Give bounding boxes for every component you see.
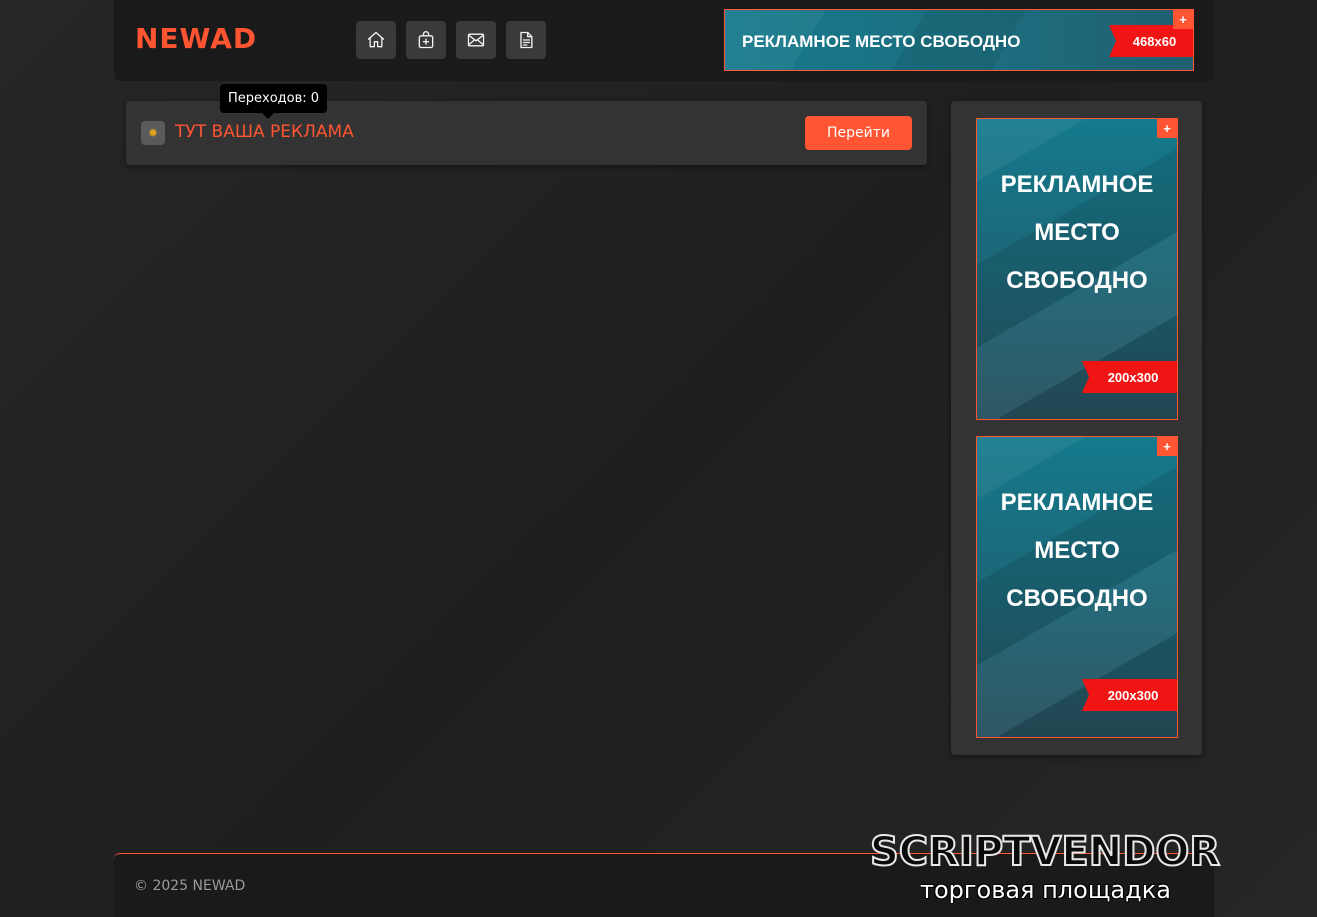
nav-rules-button[interactable] <box>506 21 546 59</box>
sidebar: РЕКЛАМНОЕ МЕСТО СВОБОДНО 200x300 + РЕКЛА… <box>951 101 1202 755</box>
nav-mail-button[interactable] <box>456 21 496 59</box>
nav-home-button[interactable] <box>356 21 396 59</box>
site-favicon-icon: ✹ <box>141 121 165 145</box>
banner-size-tag: 200x300 <box>1082 361 1177 393</box>
watermark-title: SCRIPTVENDOR <box>869 829 1221 875</box>
banner-text: РЕКЛАМНОЕ МЕСТО СВОБОДНО <box>1000 489 1154 612</box>
banner-text: РЕКЛАМНОЕ МЕСТО СВОБОДНО <box>1000 171 1154 294</box>
site-header: NEWAD РЕКЛАМНОЕ МЕСТО СВОБОДНО 468x60 + <box>114 0 1214 81</box>
banner-200x300-2[interactable]: РЕКЛАМНОЕ МЕСТО СВОБОДНО 200x300 + <box>976 436 1178 738</box>
banner-text: РЕКЛАМНОЕ МЕСТО СВОБОДНО <box>742 32 1021 51</box>
clicks-tooltip: Переходов: 0 <box>220 84 328 119</box>
banner-plus-button[interactable]: + <box>1157 437 1177 456</box>
copyright-text: © 2025 NEWAD <box>134 878 246 894</box>
banner-size-tag: 468x60 <box>1109 25 1193 57</box>
nav-add-ad-button[interactable] <box>406 21 446 59</box>
banner-468x60[interactable]: РЕКЛАМНОЕ МЕСТО СВОБОДНО 468x60 + <box>724 9 1194 71</box>
add-bag-icon <box>418 31 434 49</box>
banner-200x300-1[interactable]: РЕКЛАМНОЕ МЕСТО СВОБОДНО 200x300 + <box>976 118 1178 420</box>
watermark-logo: SCRIPTVENDOR торговая площадка <box>869 829 1302 912</box>
mail-icon <box>467 33 485 47</box>
site-logo[interactable]: NEWAD <box>135 22 257 55</box>
watermark-subtitle: торговая площадка <box>920 876 1171 904</box>
banner-plus-button[interactable]: + <box>1173 10 1193 29</box>
go-button[interactable]: Перейти <box>805 116 912 150</box>
banner-plus-button[interactable]: + <box>1157 119 1177 138</box>
home-icon <box>367 31 385 48</box>
document-icon <box>520 31 533 49</box>
ad-title[interactable]: ТУТ ВАША РЕКЛАМА <box>175 122 354 142</box>
banner-size-tag: 200x300 <box>1082 679 1177 711</box>
